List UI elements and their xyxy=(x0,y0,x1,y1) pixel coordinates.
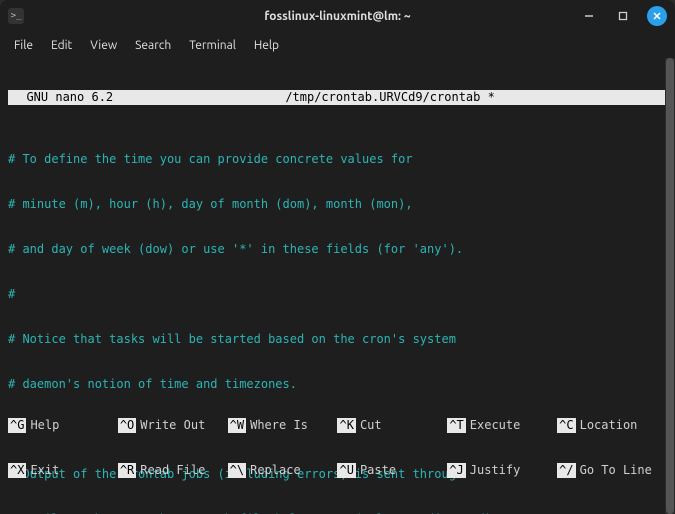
nano-footer: ^G Help ^O Write Out ^W Where Is ^K Cut ^T Ex… xyxy=(8,388,667,508)
nano-filename: /tmp/crontab.URVCd9/crontab * xyxy=(113,90,667,105)
shortcut-location[interactable]: ^C Location xyxy=(557,418,667,433)
menu-search[interactable]: Search xyxy=(135,39,171,52)
titlebar: >_ fosslinux-linuxmint@lm: ~ xyxy=(0,0,675,32)
maximize-button[interactable] xyxy=(613,6,633,26)
nano-header: GNU nano 6.2 /tmp/crontab.URVCd9/crontab… xyxy=(8,90,667,105)
key-label: ^T xyxy=(447,418,465,433)
crontab-comment: # Notice that tasks will be started base… xyxy=(8,332,667,347)
key-label: ^\ xyxy=(228,463,246,478)
close-button[interactable] xyxy=(647,6,667,26)
key-label: ^G xyxy=(8,418,26,433)
key-label: ^R xyxy=(118,463,136,478)
shortcut-gotoline[interactable]: ^/ Go To Line xyxy=(557,463,667,478)
key-label: ^U xyxy=(337,463,355,478)
footer-row-1: ^G Help ^O Write Out ^W Where Is ^K Cut ^T Ex… xyxy=(8,418,667,433)
menu-view[interactable]: View xyxy=(90,39,117,52)
shortcut-label: Write Out xyxy=(140,418,205,433)
terminal-area[interactable]: GNU nano 6.2 /tmp/crontab.URVCd9/crontab… xyxy=(0,58,675,514)
shortcut-label: Exit xyxy=(30,463,59,478)
scrollbar[interactable] xyxy=(665,58,675,514)
window-buttons xyxy=(577,6,667,26)
key-label: ^O xyxy=(118,418,136,433)
shortcut-paste[interactable]: ^U Paste xyxy=(337,463,447,478)
crontab-comment: # To define the time you can provide con… xyxy=(8,152,667,167)
window-title: fosslinux-linuxmint@lm: ~ xyxy=(98,10,577,23)
terminal-app-icon: >_ xyxy=(8,8,24,24)
shortcut-help[interactable]: ^G Help xyxy=(8,418,118,433)
crontab-comment: # and day of week (dow) or use '*' in th… xyxy=(8,242,667,257)
shortcut-exit[interactable]: ^X Exit xyxy=(8,463,118,478)
key-label: ^C xyxy=(557,418,575,433)
shortcut-label: Where Is xyxy=(250,418,308,433)
key-label: ^J xyxy=(447,463,465,478)
nano-version: GNU nano 6.2 xyxy=(8,90,113,105)
shortcut-writeout[interactable]: ^O Write Out xyxy=(118,418,228,433)
scrollbar-thumb[interactable] xyxy=(666,58,674,514)
close-icon xyxy=(652,11,662,21)
key-label: ^W xyxy=(228,418,246,433)
key-label: ^X xyxy=(8,463,26,478)
shortcut-label: Justify xyxy=(470,463,521,478)
crontab-comment: # minute (m), hour (h), day of month (do… xyxy=(8,197,667,212)
shortcut-label: Help xyxy=(30,418,59,433)
menu-terminal[interactable]: Terminal xyxy=(189,39,236,52)
crontab-comment: # xyxy=(8,287,667,302)
key-label: ^/ xyxy=(557,463,575,478)
shortcut-label: Cut xyxy=(360,418,382,433)
shortcut-label: Go To Line xyxy=(580,463,652,478)
shortcut-cut[interactable]: ^K Cut xyxy=(337,418,447,433)
shortcut-whereis[interactable]: ^W Where Is xyxy=(228,418,338,433)
shortcut-readfile[interactable]: ^R Read File xyxy=(118,463,228,478)
shortcut-label: Location xyxy=(580,418,638,433)
menubar: File Edit View Search Terminal Help xyxy=(0,32,675,58)
menu-edit[interactable]: Edit xyxy=(51,39,72,52)
minimize-icon xyxy=(584,11,594,21)
shortcut-label: Execute xyxy=(470,418,521,433)
titlebar-left: >_ xyxy=(8,8,98,24)
minimize-button[interactable] xyxy=(579,6,599,26)
shortcut-justify[interactable]: ^J Justify xyxy=(447,463,557,478)
shortcut-label: Replace xyxy=(250,463,301,478)
shortcut-label: Read File xyxy=(140,463,205,478)
menu-help[interactable]: Help xyxy=(254,39,279,52)
maximize-icon xyxy=(618,11,628,21)
shortcut-label: Paste xyxy=(360,463,396,478)
shortcut-execute[interactable]: ^T Execute xyxy=(447,418,557,433)
key-label: ^K xyxy=(337,418,355,433)
menu-file[interactable]: File xyxy=(14,39,33,52)
shortcut-replace[interactable]: ^\ Replace xyxy=(228,463,338,478)
footer-row-2: ^X Exit ^R Read File ^\ Replace ^U Paste ^J J… xyxy=(8,463,667,478)
